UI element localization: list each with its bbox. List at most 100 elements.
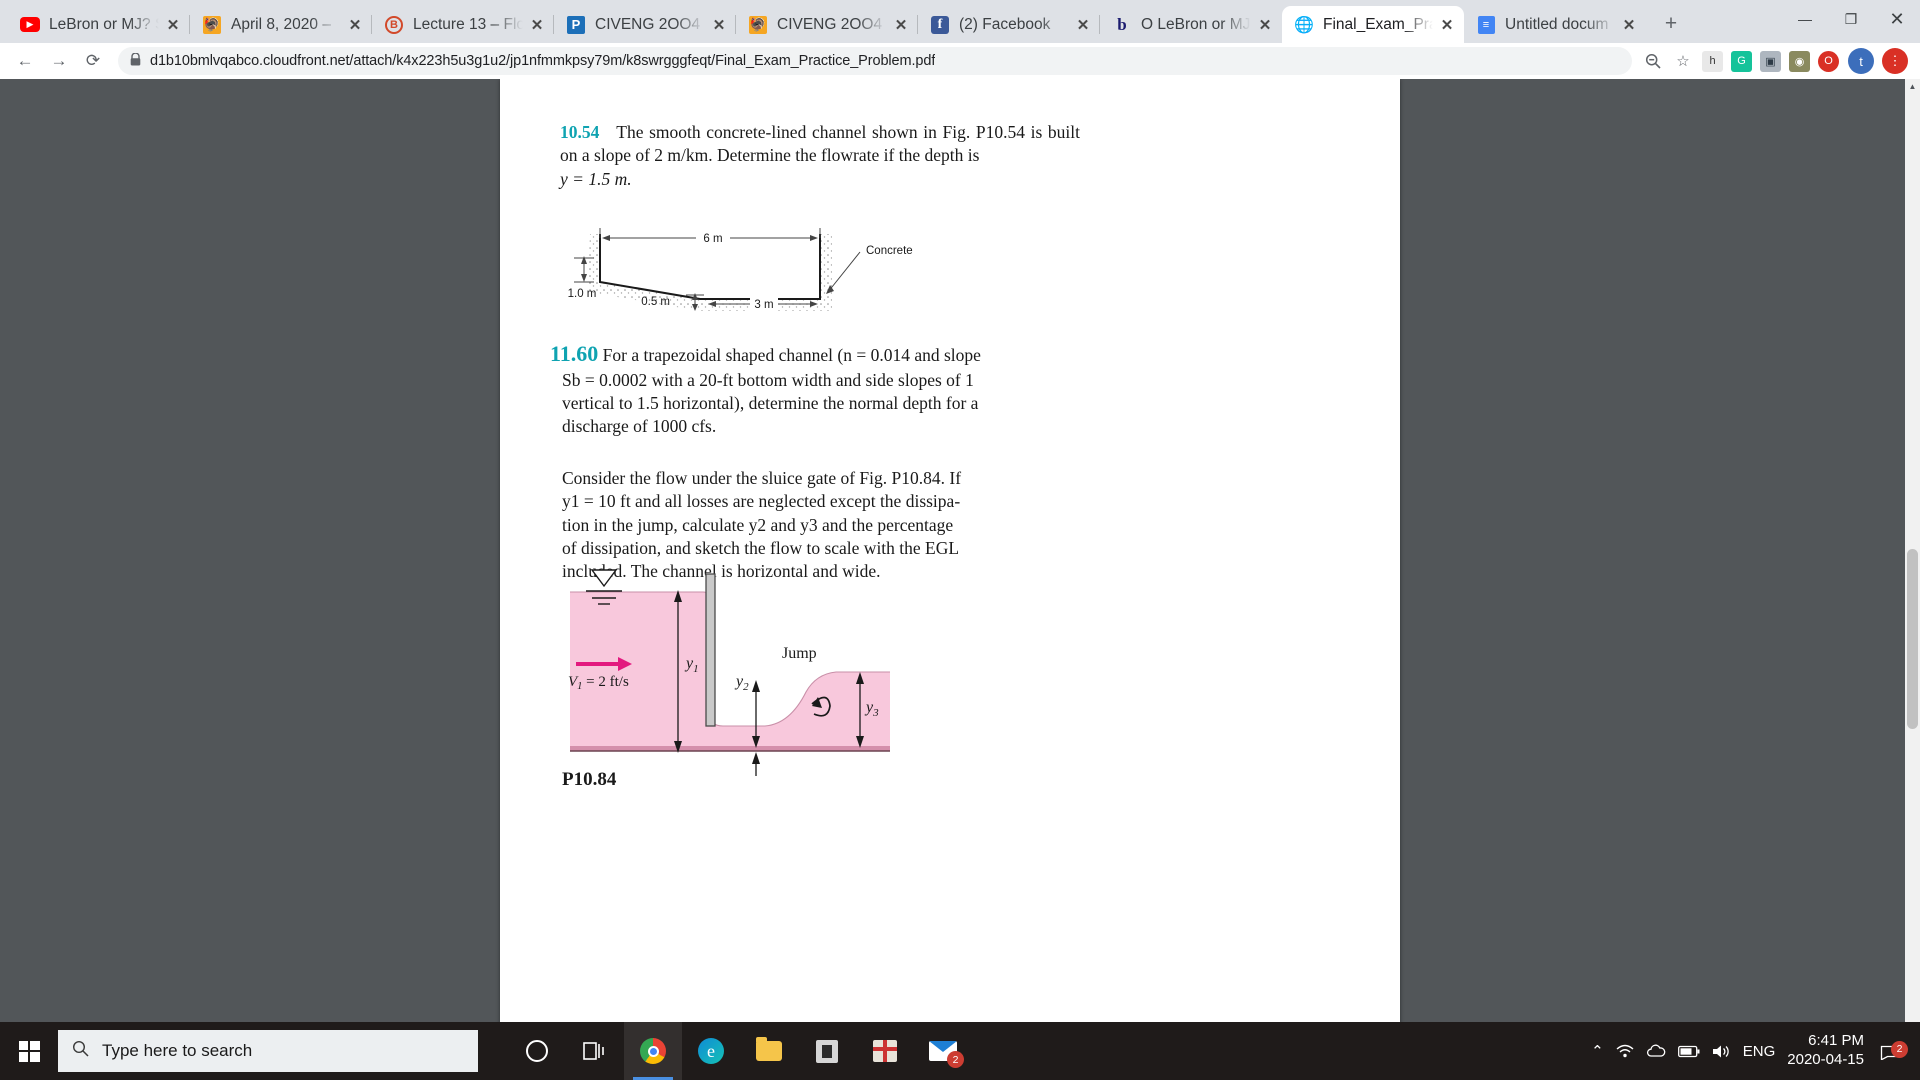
gift-glyph — [873, 1040, 897, 1062]
tab-close-button[interactable]: ✕ — [708, 14, 730, 36]
window-controls: — ❐ ✕ — [1782, 0, 1920, 38]
pdf-viewer: 10.54 The smooth concrete-lined channel … — [0, 79, 1920, 1080]
bookmark-star-icon[interactable]: ☆ — [1668, 47, 1698, 75]
battery-icon[interactable] — [1672, 1045, 1706, 1058]
browser-tab-6[interactable]: b O LeBron or MJ ✕ — [1099, 6, 1282, 43]
svg-text:6 m: 6 m — [703, 233, 722, 245]
language-indicator[interactable]: ENG — [1737, 1043, 1782, 1060]
scrollbar-thumb[interactable] — [1907, 549, 1918, 729]
figure-p10-84-drawing: V1 = 2 ft/s y1 y2 y3 Jump — [568, 569, 890, 776]
tab-title: LeBron or MJ? S — [49, 15, 160, 33]
new-tab-button[interactable]: + — [1654, 7, 1688, 41]
vt-icon: 🦃 — [749, 15, 767, 34]
tab-title: CIVENG 2OO4 - — [777, 15, 888, 33]
reload-button[interactable]: ⟳ — [76, 46, 110, 76]
figure-p10-54: 6 m 1.0 m 0.5 m 3 m Concrete — [560, 204, 960, 324]
forward-button[interactable]: → — [42, 46, 76, 76]
chrome-menu-icon[interactable]: ⋮ — [1882, 48, 1908, 74]
browser-tab-4[interactable]: 🦃 CIVENG 2OO4 - ✕ — [735, 6, 918, 43]
extension-screencast-icon[interactable]: ▣ — [1760, 50, 1781, 72]
profile-avatar[interactable]: t — [1848, 48, 1874, 74]
y2-label: y2 — [734, 673, 749, 693]
tab-close-button[interactable]: ✕ — [344, 14, 366, 36]
tab-title: CIVENG 2OO4 ( — [595, 15, 706, 33]
tab-close-button[interactable]: ✕ — [1436, 14, 1458, 36]
blackboard-icon: B — [384, 15, 404, 35]
url-text: d1b10bmlvqabco.cloudfront.net/attach/k4x… — [150, 53, 936, 69]
notification-count-badge: 2 — [1891, 1040, 1908, 1058]
svg-text:3 m: 3 m — [754, 299, 773, 311]
lock-icon — [130, 52, 141, 69]
edge-taskbar-icon[interactable]: e — [682, 1022, 740, 1080]
tab-close-button[interactable]: ✕ — [162, 14, 184, 36]
volume-icon[interactable] — [1706, 1044, 1737, 1059]
cortana-icon[interactable] — [508, 1022, 566, 1080]
tab-title: Lecture 13 – Flo — [413, 15, 524, 33]
tab-close-button[interactable]: ✕ — [1618, 14, 1640, 36]
problem-11-60-line-2: vertical to 1.5 horizontal), determine t… — [562, 392, 979, 413]
onedrive-icon[interactable] — [1640, 1044, 1672, 1058]
browser-tab-0[interactable]: ▶ LeBron or MJ? S ✕ — [8, 6, 190, 43]
jump-label: Jump — [782, 645, 817, 662]
tray-overflow-icon[interactable]: ⌃ — [1585, 1042, 1610, 1060]
file-explorer-icon[interactable] — [740, 1022, 798, 1080]
problem-11-60-line-0: For a trapezoidal shaped channel (n = 0.… — [602, 345, 981, 365]
wifi-icon[interactable] — [1610, 1044, 1640, 1059]
close-window-button[interactable]: ✕ — [1874, 0, 1920, 38]
taskbar-search-input[interactable]: Type here to search — [58, 1030, 478, 1072]
problem-number: 10.54 — [560, 122, 600, 142]
chrome-taskbar-icon[interactable] — [624, 1022, 682, 1080]
problem-10-84-line-3: of dissipation, and sketch the flow to s… — [562, 537, 960, 558]
problem-10-54-body: 10.54 The smooth concrete-lined channel … — [560, 121, 1080, 168]
folder-glyph — [756, 1037, 782, 1061]
browser-tab-3[interactable]: P CIVENG 2OO4 ( ✕ — [553, 6, 736, 43]
tab-close-button[interactable]: ✕ — [1254, 14, 1276, 36]
browser-tab-2[interactable]: B Lecture 13 – Flo ✕ — [371, 6, 554, 43]
browser-tab-8[interactable]: ≡ Untitled docum ✕ — [1464, 6, 1646, 43]
svg-text:1.0 m: 1.0 m — [568, 288, 597, 300]
task-view-icon[interactable] — [566, 1022, 624, 1080]
taskbar-clock[interactable]: 6:41 PM 2020-04-15 — [1781, 1032, 1874, 1070]
problem-10-84-line-2: tion in the jump, calculate y2 and y3 an… — [562, 514, 954, 535]
browser-tab-7-active[interactable]: 🌐 Final_Exam_Pra ✕ — [1282, 6, 1464, 43]
mail-icon[interactable]: 2 — [914, 1022, 972, 1080]
microsoft-store-icon[interactable] — [798, 1022, 856, 1080]
chrome-logo — [640, 1038, 666, 1064]
mail-unread-badge: 2 — [947, 1051, 964, 1068]
start-button[interactable] — [0, 1022, 58, 1080]
magnifier-icon — [72, 1040, 89, 1062]
tab-title: (2) Facebook — [959, 15, 1051, 33]
browser-tab-5[interactable]: f (2) Facebook ✕ — [917, 6, 1100, 43]
vt-icon: 🦃 — [203, 15, 221, 34]
action-center-icon[interactable]: 2 — [1874, 1040, 1920, 1060]
problem-number: 11.60 — [550, 341, 599, 366]
problem-text: The smooth concrete-lined channel shown … — [560, 122, 1080, 166]
pdf-page: 10.54 The smooth concrete-lined channel … — [500, 79, 1400, 1080]
scroll-up-arrow[interactable]: ▲ — [1905, 79, 1920, 94]
extension-grammarly-icon[interactable]: G — [1731, 50, 1752, 72]
tab-close-button[interactable]: ✕ — [526, 14, 548, 36]
problem-10-54: 10.54 The smooth concrete-lined channel … — [560, 121, 1080, 191]
tab-close-button[interactable]: ✕ — [890, 14, 912, 36]
extension-honey-icon[interactable]: h — [1702, 50, 1723, 72]
address-bar[interactable]: d1b10bmlvqabco.cloudfront.net/attach/k4x… — [118, 47, 1632, 75]
pdf-vertical-scrollbar[interactable]: ▲ ▼ — [1905, 79, 1920, 1080]
problem-11-60: 11.60 For a trapezoidal shaped channel (… — [550, 339, 1080, 438]
clock-time: 6:41 PM — [1808, 1032, 1864, 1050]
minimize-button[interactable]: — — [1782, 0, 1828, 38]
gift-app-icon[interactable] — [856, 1022, 914, 1080]
tab-close-button[interactable]: ✕ — [1072, 14, 1094, 36]
piazza-icon: P — [566, 15, 586, 35]
problem-10-84-line-1: y1 = 10 ft and all losses are neglected … — [562, 491, 961, 512]
youtube-icon: ▶ — [20, 15, 40, 35]
zoom-out-icon[interactable] — [1638, 47, 1668, 75]
browser-tab-1[interactable]: 🦃 April 8, 2020 – ✕ — [189, 6, 372, 43]
store-glyph — [816, 1039, 838, 1063]
maximize-button[interactable]: ❐ — [1828, 0, 1874, 38]
extension-adblock-icon[interactable]: ◉ — [1789, 50, 1810, 72]
figure-p10-84: V1 = 2 ft/s y1 y2 y3 Jump — [560, 564, 980, 776]
back-button[interactable]: ← — [8, 46, 42, 76]
extension-opera-icon[interactable]: O — [1818, 50, 1839, 72]
system-tray: ⌃ ENG 6:41 PM 2020-04-15 2 — [1585, 1022, 1920, 1080]
figure-p10-54-drawing: 6 m 1.0 m 0.5 m 3 m Concrete — [568, 228, 913, 311]
